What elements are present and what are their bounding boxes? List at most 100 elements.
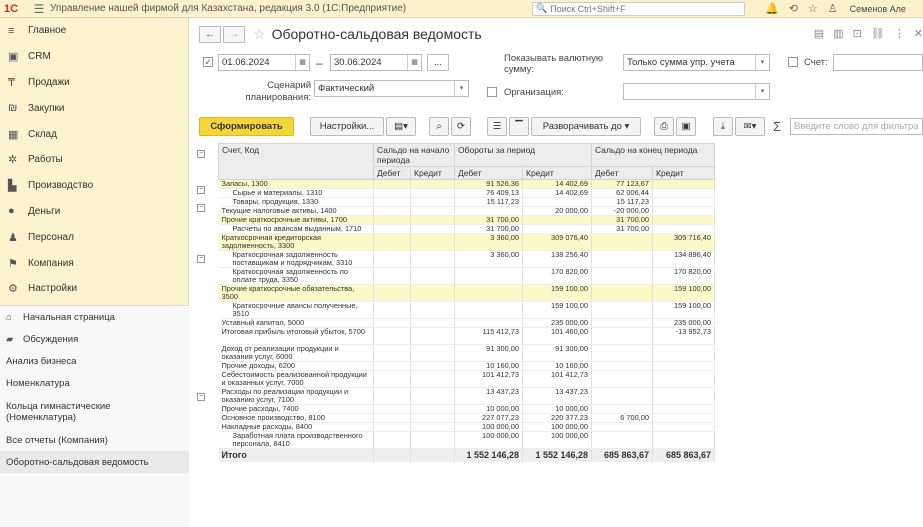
- preview-button[interactable]: ▣: [676, 117, 696, 136]
- collapse-toggle-icon[interactable]: −: [197, 186, 205, 194]
- print-icon[interactable]: ▤: [814, 27, 824, 40]
- collapse-toggle-icon[interactable]: −: [197, 255, 205, 263]
- section-item[interactable]: ⚙ Настройки: [0, 276, 188, 302]
- amount-cell: [410, 404, 455, 414]
- date-dash: –: [316, 56, 323, 70]
- section-item[interactable]: ₪ Закупки: [0, 95, 188, 121]
- table-row[interactable]: Товары, продукция, 1330 15 117,23 15 117,2…: [218, 197, 715, 207]
- table-row[interactable]: Текущие налоговые активы, 1400 20 000,00-…: [218, 206, 715, 216]
- section-item[interactable]: ♟ Персонал: [0, 224, 188, 250]
- collapse-toggle-icon[interactable]: −: [197, 150, 205, 158]
- collapse-toggle-icon[interactable]: −: [197, 204, 205, 212]
- table-row[interactable]: Сырье и материалы, 1310 76 409,13 14 402,6…: [218, 188, 715, 198]
- section-icon: ●: [8, 205, 15, 218]
- table-row[interactable]: Краткосрочная кредиторская задолженность…: [218, 233, 715, 251]
- print-button[interactable]: ⎙: [654, 117, 674, 136]
- period-picker-button[interactable]: ...: [427, 54, 449, 71]
- section-item[interactable]: ▦ Склад: [0, 121, 188, 147]
- table-row[interactable]: Заработная плата производственного персо…: [218, 431, 715, 449]
- amount-cell: [410, 284, 455, 302]
- nav-icon: ⌂: [6, 311, 12, 323]
- section-item[interactable]: ⚑ Компания: [0, 250, 188, 276]
- currency-select[interactable]: Только сумма упр. учета ▾: [623, 54, 770, 71]
- organization-select[interactable]: ▾: [623, 83, 770, 100]
- table-row[interactable]: Прочие расходы, 7400 10 000,00 10 000,00: [218, 404, 715, 414]
- main-menu-icon[interactable]: ☰: [28, 2, 50, 16]
- link-icon[interactable]: ⊡: [853, 27, 862, 40]
- section-item[interactable]: ▣ CRM: [0, 44, 188, 70]
- find-next-button[interactable]: ⟳: [451, 117, 471, 136]
- table-row[interactable]: Итоговая прибыль итоговый убыток, 5700 11…: [218, 327, 715, 345]
- chevron-down-icon[interactable]: ▾: [755, 55, 769, 70]
- history-icon[interactable]: ⟲: [789, 2, 798, 15]
- table-row[interactable]: Краткосрочная задолженность поставщикам …: [218, 250, 715, 268]
- bell-icon[interactable]: 🔔: [765, 2, 779, 15]
- section-item[interactable]: ● Деньги: [0, 199, 188, 225]
- nav-item[interactable]: Оборотно-сальдовая ведомость: [0, 451, 189, 473]
- account-field[interactable]: [833, 54, 923, 71]
- find-button[interactable]: ⌕: [429, 117, 449, 136]
- app-logo[interactable]: 1С: [0, 3, 28, 15]
- save-icon[interactable]: ▥: [833, 27, 843, 40]
- table-row[interactable]: Краткосрочная задолженность по оплате тр…: [218, 267, 715, 285]
- col-account[interactable]: Счет, Код: [218, 143, 374, 180]
- table-row[interactable]: Краткосрочные авансы полученные, 3510 159…: [218, 301, 715, 319]
- global-search-input[interactable]: [550, 3, 731, 14]
- table-row[interactable]: Расчеты по авансам выданным, 1710 31 700,…: [218, 224, 715, 234]
- section-item[interactable]: ₸ Продажи: [0, 70, 188, 96]
- group-button[interactable]: ☰: [487, 117, 507, 136]
- table-row[interactable]: Себестоимость реализованной продукции и …: [218, 370, 715, 388]
- nav-item[interactable]: ⌂ Начальная страница: [0, 306, 189, 328]
- user-icon[interactable]: ♙: [828, 2, 838, 15]
- section-item[interactable]: ▙ Производство: [0, 173, 188, 199]
- scenario-select[interactable]: Фактический ▾: [314, 80, 469, 97]
- settings-button[interactable]: Настройки...: [310, 117, 384, 136]
- chevron-down-icon[interactable]: ▾: [454, 81, 468, 96]
- nav-item[interactable]: Номенклатура: [0, 372, 189, 394]
- favorite-star-icon[interactable]: ☆: [253, 26, 266, 43]
- current-user[interactable]: Семенов Але: [850, 4, 906, 14]
- email-button[interactable]: ✉ ▾: [735, 117, 765, 136]
- table-row[interactable]: Прочие краткосрочные обязательства, 3500…: [218, 284, 715, 302]
- calendar-icon[interactable]: ▦: [295, 55, 309, 70]
- more-icon[interactable]: ⋮: [894, 27, 905, 40]
- back-button[interactable]: ←: [199, 25, 221, 43]
- filter-input[interactable]: Введите слово для фильтра: [790, 118, 923, 135]
- global-search[interactable]: 🔍: [532, 1, 745, 16]
- section-icon: ₸: [8, 76, 15, 89]
- amount-cell: [410, 197, 455, 207]
- export-button[interactable]: ⤓: [713, 117, 733, 136]
- section-item[interactable]: ✲ Работы: [0, 147, 188, 173]
- nav-item[interactable]: ▰ Обсуждения: [0, 328, 189, 350]
- chain-icon[interactable]: ⛓: [871, 27, 885, 40]
- table-row[interactable]: Основное производство, 8100 227 077,23 220…: [218, 413, 715, 423]
- expand-to-button[interactable]: Разворачивать до ▾: [531, 117, 641, 136]
- table-row[interactable]: Прочие краткосрочные активы, 1700 31 700,…: [218, 215, 715, 225]
- collapse-toggle-icon[interactable]: −: [197, 393, 205, 401]
- nav-item[interactable]: Кольца гимнастические (Номенклатура): [0, 394, 189, 429]
- table-row[interactable]: Расходы по реализации продукции и оказан…: [218, 387, 715, 405]
- table-row[interactable]: Доход от реализации продукции и оказания…: [218, 344, 715, 362]
- table-row[interactable]: Запасы, 1300 91 526,36 14 402,69 77 123,67: [218, 179, 715, 189]
- calendar-icon[interactable]: ▦: [407, 55, 421, 70]
- table-row[interactable]: Накладные расходы, 8400 100 000,00 100 000…: [218, 422, 715, 432]
- period-checkbox[interactable]: ✓: [203, 57, 213, 67]
- forward-button[interactable]: →: [223, 25, 245, 43]
- nav-item[interactable]: Все отчеты (Компания): [0, 429, 189, 451]
- table-row[interactable]: Уставный капитал, 5000 235 000,00 235 000,…: [218, 318, 715, 328]
- organization-checkbox[interactable]: [487, 87, 497, 97]
- ungroup-button[interactable]: ▔: [509, 117, 529, 136]
- section-item[interactable]: ≡ Главное: [0, 18, 188, 44]
- close-icon[interactable]: ✕: [914, 27, 923, 40]
- sigma-icon[interactable]: Σ: [773, 119, 781, 134]
- account-checkbox[interactable]: [788, 57, 798, 67]
- chevron-down-icon[interactable]: ▾: [755, 84, 769, 99]
- table-row[interactable]: Прочие доходы, 6200 10 160,00 10 160,00: [218, 361, 715, 371]
- variants-button[interactable]: ▤▾: [386, 117, 416, 136]
- favorites-star-icon[interactable]: ☆: [808, 2, 818, 15]
- nav-item[interactable]: Анализ бизнеса: [0, 350, 189, 372]
- generate-button[interactable]: Сформировать: [199, 117, 294, 136]
- amount-cell: [652, 179, 715, 189]
- date-from-field[interactable]: 01.06.2024 ▦: [218, 54, 310, 71]
- date-to-field[interactable]: 30.06.2024 ▦: [330, 54, 422, 71]
